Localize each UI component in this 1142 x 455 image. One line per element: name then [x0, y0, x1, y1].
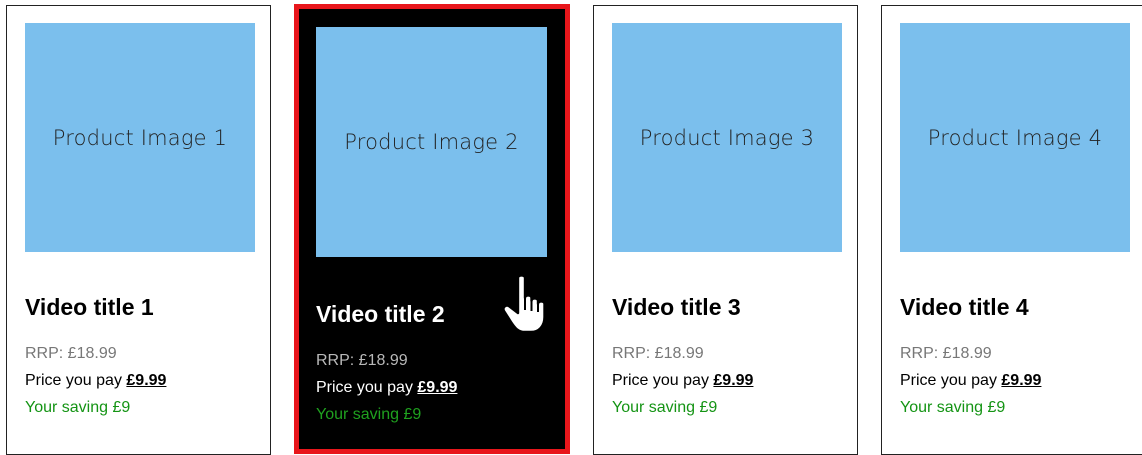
product-image-label: Product Image 4 [927, 125, 1103, 150]
product-card-3[interactable]: Product Image 3 Video title 3 RRP: £18.9… [593, 5, 858, 455]
price-label: Price you pay [900, 372, 1002, 389]
price-line: Price you pay £9.99 [316, 379, 457, 397]
video-title-3[interactable]: Video title 3 [612, 294, 741, 321]
video-title-1[interactable]: Video title 1 [25, 294, 154, 321]
product-image-label: Product Image 2 [344, 130, 519, 154]
saving-text: Your saving £9 [316, 406, 422, 423]
product-image-label: Product Image 1 [52, 125, 228, 150]
price-line: Price you pay £9.99 [900, 372, 1041, 390]
price-line: Price you pay £9.99 [25, 372, 166, 390]
price-value: £9.99 [417, 379, 458, 396]
saving-text: Your saving £9 [612, 399, 718, 416]
rrp-text: RRP: £18.99 [25, 345, 117, 362]
product-card-2[interactable]: Product Image 2 Video title 2 RRP: £18.9… [294, 4, 570, 454]
price-label: Price you pay [316, 379, 418, 396]
product-card-4[interactable]: Product Image 4 Video title 4 RRP: £18.9… [881, 5, 1142, 455]
price-value: £9.99 [713, 372, 754, 389]
product-card-1[interactable]: Product Image 1 Video title 1 RRP: £18.9… [6, 5, 271, 455]
product-image-2[interactable]: Product Image 2 [316, 27, 547, 257]
rrp-text: RRP: £18.99 [316, 352, 408, 369]
price-value: £9.99 [1001, 372, 1042, 389]
product-image-4[interactable]: Product Image 4 [900, 23, 1130, 252]
price-label: Price you pay [612, 372, 714, 389]
saving-text: Your saving £9 [900, 399, 1006, 416]
video-title-2[interactable]: Video title 2 [316, 301, 445, 328]
product-image-label: Product Image 3 [639, 125, 815, 150]
price-label: Price you pay [25, 372, 127, 389]
video-title-4[interactable]: Video title 4 [900, 294, 1029, 321]
product-image-1[interactable]: Product Image 1 [25, 23, 255, 252]
saving-text: Your saving £9 [25, 399, 131, 416]
price-value: £9.99 [126, 372, 167, 389]
rrp-text: RRP: £18.99 [900, 345, 992, 362]
price-line: Price you pay £9.99 [612, 372, 753, 390]
rrp-text: RRP: £18.99 [612, 345, 704, 362]
product-image-3[interactable]: Product Image 3 [612, 23, 842, 252]
